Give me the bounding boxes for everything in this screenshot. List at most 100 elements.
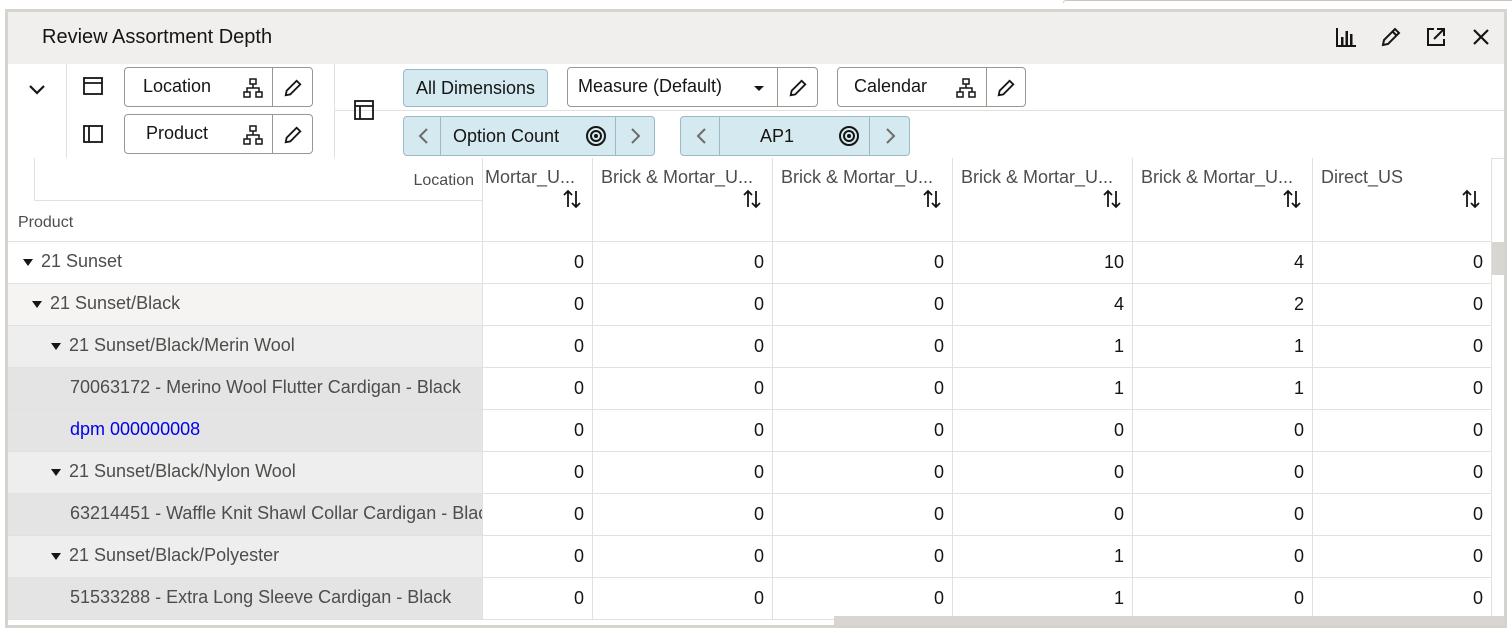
data-cell[interactable]: 0 [593,368,773,410]
data-cell[interactable]: 0 [1313,284,1492,326]
data-cell[interactable]: 0 [593,578,773,620]
row-header[interactable]: 21 Sunset/Black/Nylon Wool [8,452,483,494]
data-cell[interactable]: 0 [483,242,593,284]
data-cell[interactable]: 0 [483,284,593,326]
rows-layout-icon[interactable] [82,75,104,97]
column-header[interactable]: Direct_US [1313,158,1492,242]
data-cell[interactable]: 0 [1313,536,1492,578]
data-cell[interactable]: 2 [1133,284,1313,326]
data-cell[interactable]: 0 [1313,326,1492,368]
data-cell[interactable]: 0 [1313,410,1492,452]
expand-caret-icon[interactable] [51,343,61,350]
row-header[interactable]: 51533288 - Extra Long Sleeve Cardigan - … [8,578,483,620]
chart-icon[interactable] [1333,24,1359,50]
data-cell[interactable]: 10 [953,242,1133,284]
expand-caret-icon[interactable] [51,553,61,560]
data-cell[interactable]: 1 [953,326,1133,368]
pivot-layout-icon[interactable] [353,99,375,121]
data-cell[interactable]: 0 [773,578,953,620]
row-header[interactable]: 21 Sunset/Black/Polyester [8,536,483,578]
previous-period-icon[interactable] [692,125,712,147]
expand-caret-icon[interactable] [23,259,33,266]
row-header-link[interactable]: dpm 000000008 [70,419,200,440]
pencil-icon[interactable] [787,77,809,99]
sort-icon[interactable] [1102,188,1122,210]
previous-measure-icon[interactable] [414,125,434,147]
hierarchy-icon[interactable] [242,77,264,99]
data-cell[interactable]: 0 [1133,536,1313,578]
pencil-icon[interactable] [282,77,304,99]
sort-icon[interactable] [1461,188,1481,210]
expand-icon[interactable] [1423,24,1449,50]
sort-icon[interactable] [742,188,762,210]
column-header[interactable]: Brick & Mortar_U... [953,158,1133,242]
row-header[interactable]: 63214451 - Waffle Knit Shawl Collar Card… [8,494,483,536]
data-cell[interactable]: 1 [1133,326,1313,368]
row-header[interactable]: 21 Sunset [8,242,483,284]
target-icon[interactable] [837,125,861,147]
expand-caret-icon[interactable] [32,301,42,308]
row-header[interactable]: dpm 000000008 [8,410,483,452]
hierarchy-icon[interactable] [955,77,977,99]
data-cell[interactable]: 1 [1133,368,1313,410]
collapse-chevron-icon[interactable] [26,78,48,100]
data-cell[interactable]: 0 [953,494,1133,536]
data-cell[interactable]: 1 [953,536,1133,578]
data-cell[interactable]: 0 [773,242,953,284]
data-cell[interactable]: 0 [593,494,773,536]
column-header[interactable]: Brick & Mortar_U... [773,158,953,242]
data-cell[interactable]: 1 [953,368,1133,410]
panel-scrollbar[interactable] [1504,52,1507,112]
close-icon[interactable] [1468,24,1494,50]
data-cell[interactable]: 0 [773,452,953,494]
data-cell[interactable]: 4 [1133,242,1313,284]
row-header[interactable]: 21 Sunset/Black [8,284,483,326]
data-cell[interactable]: 0 [593,326,773,368]
next-period-icon[interactable] [880,125,900,147]
all-dimensions-button[interactable]: All Dimensions [403,69,548,107]
data-cell[interactable]: 0 [593,284,773,326]
sort-icon[interactable] [1282,188,1302,210]
product-dimension-pill[interactable]: Product [124,114,313,154]
column-header[interactable]: Brick & Mortar_U... [1133,158,1313,242]
data-cell[interactable]: 0 [593,410,773,452]
data-cell[interactable]: 0 [483,536,593,578]
data-cell[interactable]: 1 [953,578,1133,620]
data-cell[interactable]: 0 [483,326,593,368]
vertical-scrollbar[interactable] [1492,242,1504,275]
data-cell[interactable]: 0 [593,536,773,578]
data-cell[interactable]: 0 [773,326,953,368]
data-cell[interactable]: 0 [483,452,593,494]
data-cell[interactable]: 0 [1313,242,1492,284]
column-header[interactable]: Mortar_U... [483,158,593,242]
sort-icon[interactable] [562,188,582,210]
data-cell[interactable]: 0 [953,410,1133,452]
data-cell[interactable]: 0 [773,536,953,578]
row-header[interactable]: 70063172 - Merino Wool Flutter Cardigan … [8,368,483,410]
data-cell[interactable]: 0 [1133,452,1313,494]
data-cell[interactable]: 0 [1313,452,1492,494]
calendar-dimension-pill[interactable]: Calendar [837,67,1026,107]
next-measure-icon[interactable] [625,125,645,147]
data-cell[interactable]: 0 [1313,578,1492,620]
data-cell[interactable]: 0 [773,494,953,536]
data-cell[interactable]: 0 [773,368,953,410]
horizontal-scrollbar[interactable] [834,616,1504,625]
caret-down-icon[interactable] [748,77,770,99]
data-cell[interactable]: 0 [593,452,773,494]
data-cell[interactable]: 0 [953,452,1133,494]
sort-icon[interactable] [922,188,942,210]
column-header[interactable]: Brick & Mortar_U... [593,158,773,242]
row-header[interactable]: 21 Sunset/Black/Merin Wool [8,326,483,368]
data-cell[interactable]: 0 [483,410,593,452]
data-cell[interactable]: 0 [593,242,773,284]
measure-dimension-pill[interactable]: Measure (Default) [567,67,818,107]
target-icon[interactable] [584,125,608,147]
pencil-icon[interactable] [995,77,1017,99]
data-cell[interactable]: 4 [953,284,1133,326]
data-cell[interactable]: 0 [773,284,953,326]
data-cell[interactable]: 0 [1133,410,1313,452]
pencil-icon[interactable] [1378,24,1404,50]
data-cell[interactable]: 0 [1313,494,1492,536]
hierarchy-icon[interactable] [242,124,264,146]
